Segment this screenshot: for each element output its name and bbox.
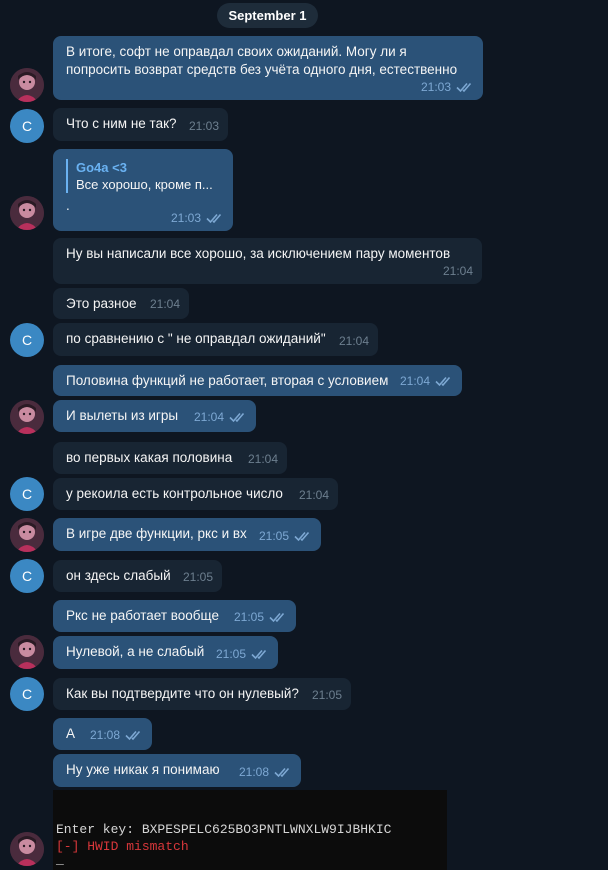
reply-author: Go4a <3 <box>76 160 127 175</box>
message-text: у рекоила есть контрольное число <box>66 486 283 501</box>
message-time: 21:04 <box>338 334 369 348</box>
message-time: 21:05 <box>215 647 246 661</box>
double-check-icon <box>206 212 224 224</box>
avatar[interactable]: C <box>10 323 44 357</box>
message-text: по сравнению с " не оправдал ожиданий" <box>66 331 326 346</box>
avatar[interactable]: C <box>10 559 44 593</box>
message-bubble[interactable]: Это разное 21:04 <box>53 288 189 319</box>
message-bubble[interactable]: Как вы подтвердите что он нулевый? 21:05 <box>53 678 351 710</box>
message-time: 21:04 <box>247 452 278 466</box>
message-time: 21:03 <box>170 211 201 225</box>
message-time: 21:04 <box>442 264 473 278</box>
avatar[interactable]: C <box>10 109 44 143</box>
avatar-letter: C <box>21 332 33 348</box>
avatar[interactable] <box>10 832 44 866</box>
date-separator: September 1 <box>217 3 318 28</box>
message-text: Как вы подтвердите что он нулевый? <box>66 686 299 701</box>
double-check-icon <box>294 530 312 542</box>
message-bubble[interactable]: он здесь слабый 21:05 <box>53 560 222 592</box>
message-text: Ну вы написали все хорошо, за исключение… <box>66 246 451 261</box>
avatar-letter: C <box>21 486 33 502</box>
message-bubble[interactable]: Нулевой, а не слабый 21:05 <box>53 636 278 669</box>
message-text: Половина функций не работает, вторая с у… <box>66 373 389 388</box>
message-text: В итоге, софт не оправдал своих ожиданий… <box>66 44 458 77</box>
message-time: 21:08 <box>89 728 120 742</box>
terminal-key-line: Enter key: BXPESPELC625BO3PNTLWNXLW9IJBH… <box>56 822 392 837</box>
avatar-letter: C <box>21 686 33 702</box>
message-bubble[interactable]: В игре две функции, ркс и вх 21:05 <box>53 518 321 551</box>
message-time: 21:08 <box>238 765 269 779</box>
message-time: 21:03 <box>420 80 451 94</box>
message-time: 21:03 <box>188 119 219 133</box>
message-time: 21:04 <box>298 488 329 502</box>
avatar-letter: C <box>21 568 33 584</box>
avatar-letter: C <box>21 118 33 134</box>
double-check-icon <box>435 375 453 387</box>
double-check-icon <box>251 648 269 660</box>
message-bubble[interactable]: во первых какая половина 21:04 <box>53 442 287 474</box>
message-bubble[interactable]: Ркс не работает вообще 21:05 <box>53 600 296 632</box>
double-check-icon <box>125 729 143 741</box>
message-time: 21:05 <box>258 529 289 543</box>
message-time: 21:04 <box>149 297 180 311</box>
avatar[interactable]: C <box>10 477 44 511</box>
avatar[interactable] <box>10 635 44 669</box>
avatar[interactable] <box>10 68 44 102</box>
avatar[interactable] <box>10 518 44 552</box>
terminal-error-line: [-] HWID mismatch <box>56 839 189 854</box>
avatar[interactable]: C <box>10 677 44 711</box>
double-check-icon <box>269 611 287 623</box>
terminal-screenshot[interactable]: Enter key: BXPESPELC625BO3PNTLWNXLW9IJBH… <box>53 790 447 870</box>
avatar[interactable] <box>10 196 44 230</box>
message-bubble[interactable]: Половина функций не работает, вторая с у… <box>53 365 462 396</box>
terminal-cursor: _ <box>56 852 64 867</box>
message-bubble[interactable]: по сравнению с " не оправдал ожиданий" 2… <box>53 323 378 356</box>
message-bubble[interactable]: у рекоила есть контрольное число 21:04 <box>53 478 338 510</box>
message-time: 21:05 <box>233 610 264 624</box>
double-check-icon <box>229 411 247 423</box>
message-bubble[interactable]: И вылеты из игры 21:04 <box>53 400 256 432</box>
message-time: 21:05 <box>182 570 213 584</box>
message-bubble[interactable]: Что с ним не так? 21:03 <box>53 108 228 141</box>
message-text: во первых какая половина <box>66 450 233 465</box>
message-time: 21:04 <box>399 374 430 388</box>
message-time: 21:04 <box>193 410 224 424</box>
message-time: 21:05 <box>311 688 342 702</box>
message-bubble[interactable]: А 21:08 <box>53 718 152 750</box>
message-bubble[interactable]: В итоге, софт не оправдал своих ожиданий… <box>53 36 483 100</box>
avatar[interactable] <box>10 400 44 434</box>
message-bubble[interactable]: Ну вы написали все хорошо, за исключение… <box>53 238 482 284</box>
date-label: September 1 <box>228 8 307 23</box>
reply-quote[interactable]: Go4a <3 Все хорошо, кроме п... <box>66 159 221 193</box>
message-bubble[interactable]: Go4a <3 Все хорошо, кроме п... . 21:03 <box>53 149 233 231</box>
reply-text: Все хорошо, кроме п... <box>76 177 213 192</box>
double-check-icon <box>456 81 474 93</box>
message-bubble[interactable]: Ну уже никак я понимаю 21:08 <box>53 754 301 787</box>
double-check-icon <box>274 766 292 778</box>
